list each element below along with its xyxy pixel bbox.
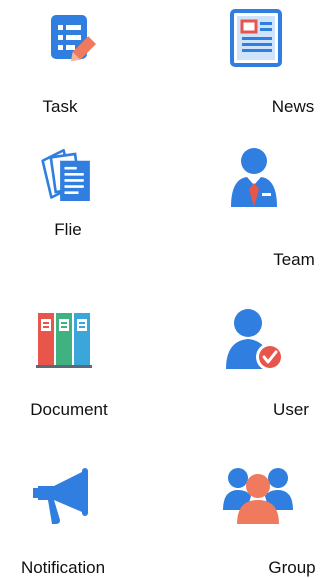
tile-label: Notification <box>20 558 106 577</box>
tile-label: User <box>273 400 309 419</box>
tile-task[interactable]: Task <box>0 0 130 120</box>
user-icon <box>220 305 290 375</box>
tile-label: Document <box>30 400 108 419</box>
tile-file[interactable]: Flie <box>0 145 130 265</box>
tile-label: Task <box>42 97 78 116</box>
tile-label: Flie <box>54 220 82 239</box>
tile-label: Group <box>268 558 316 577</box>
tile-user[interactable]: User <box>180 305 310 425</box>
tile-label: Team <box>273 250 315 269</box>
document-icon <box>33 305 103 375</box>
tile-group[interactable]: Group <box>180 458 316 578</box>
file-icon <box>33 145 103 215</box>
tile-notification[interactable]: Notification <box>0 458 130 578</box>
tile-team[interactable]: Team <box>180 145 315 269</box>
icon-grid: Task News Flie Team Document User Notifi… <box>0 0 325 578</box>
group-icon <box>223 460 293 530</box>
tile-document[interactable]: Document <box>0 305 130 425</box>
tile-label: News <box>271 97 315 116</box>
team-icon <box>223 145 293 215</box>
tile-news[interactable]: News <box>180 0 314 120</box>
task-icon <box>37 5 107 75</box>
news-icon <box>223 3 293 73</box>
notification-icon <box>30 460 100 530</box>
